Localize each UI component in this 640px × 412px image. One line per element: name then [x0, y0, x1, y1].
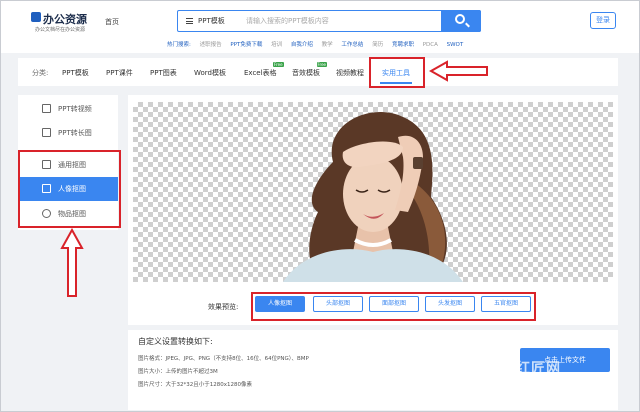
annotation-box-effects [251, 292, 536, 321]
search-category-select[interactable]: PPT模板 [186, 16, 225, 26]
logo-subtitle: 办公文档尽在办公资源 [35, 27, 86, 33]
watermark: 红匠网 [516, 361, 561, 377]
hot-term[interactable]: 述职报告 [200, 42, 222, 48]
sidebar-item-ppt-to-video[interactable]: PPT转视频 [18, 97, 118, 121]
sidebar-item-label: PPT转长图 [58, 129, 92, 137]
hot-term[interactable]: PPT免费下载 [230, 42, 262, 48]
menu-icon [186, 18, 193, 24]
category-video[interactable]: 视频教程 [336, 68, 364, 78]
info-dimension-line: 图片尺寸：大于32*32且小于1280x1280像素 [138, 382, 252, 388]
hot-term[interactable]: 竞聘求职 [392, 42, 414, 48]
preview-label: 效果预览: [208, 303, 239, 311]
main-panel: 效果预览: 人像抠图 头部抠图 面部抠图 头发抠图 五官抠图 [128, 95, 618, 325]
hot-search-label: 热门搜索: [167, 42, 191, 48]
preview-canvas [133, 102, 613, 282]
sidebar-item-label: PPT转视频 [58, 105, 92, 113]
search-button[interactable] [441, 10, 481, 32]
play-icon [42, 104, 51, 113]
sidebar-item-ppt-to-long-image[interactable]: PPT转长图 [18, 121, 118, 145]
hot-term[interactable]: SWOT [447, 42, 464, 48]
free-badge: Free [273, 62, 284, 67]
category-audio[interactable]: 音效模板 Free [292, 62, 327, 78]
category-bar: 分类: PPT模板 PPT课件 PPT图表 Word模板 Excel表格 Free… [18, 58, 618, 86]
image-icon [42, 128, 51, 137]
search-icon [455, 14, 465, 24]
logo[interactable]: 办公资源 办公文档尽在办公资源 [31, 11, 93, 37]
annotation-box-sidebar [18, 150, 121, 228]
hot-term[interactable]: 简历 [372, 42, 383, 48]
annotation-arrow-up-icon [60, 228, 84, 297]
hot-term[interactable]: 培训 [271, 42, 282, 48]
info-size-line: 图片大小：上传的图片不超过3M [138, 369, 218, 375]
info-title: 自定义设置转换如下: [138, 337, 213, 346]
category-label: 分类: [32, 69, 49, 77]
category-word-template[interactable]: Word模板 [194, 68, 226, 78]
search-bar: PPT模板 [177, 10, 481, 32]
portrait-photo [283, 112, 463, 282]
annotation-box-tools [369, 57, 425, 88]
hot-search-bar: 热门搜索: 述职报告 PPT免费下载 培训 自我介绍 教学 工作总结 简历 竞聘… [167, 40, 470, 48]
search-category-label: PPT模板 [198, 17, 225, 25]
hot-term[interactable]: 工作总结 [341, 42, 363, 48]
category-audio-label: 音效模板 [292, 69, 320, 77]
category-ppt-courseware[interactable]: PPT课件 [106, 68, 133, 78]
annotation-arrow-left-icon [429, 60, 488, 82]
search-input[interactable] [246, 14, 436, 28]
info-format-line: 图片格式：JPEG、JPG、PNG（不支持8位、16位、64位PNG）、BMP [138, 356, 309, 362]
login-button[interactable]: 登录 [590, 12, 616, 29]
hot-term[interactable]: PDCA [423, 42, 438, 48]
nav-home-link[interactable]: 首页 [105, 17, 119, 27]
hot-term[interactable]: 自我介绍 [291, 42, 313, 48]
free-badge: Free [316, 62, 327, 67]
category-excel-label: Excel表格 [244, 69, 277, 77]
logo-title: 办公资源 [43, 13, 87, 26]
category-excel[interactable]: Excel表格 Free [244, 62, 284, 78]
hot-term[interactable]: 教学 [322, 42, 333, 48]
category-ppt-chart[interactable]: PPT图表 [150, 68, 177, 78]
category-ppt-template[interactable]: PPT模板 [62, 68, 89, 78]
logo-mark-icon [31, 12, 41, 22]
header: 办公资源 办公文档尽在办公资源 首页 PPT模板 登录 热门搜索: 述职报告 P… [1, 1, 639, 53]
